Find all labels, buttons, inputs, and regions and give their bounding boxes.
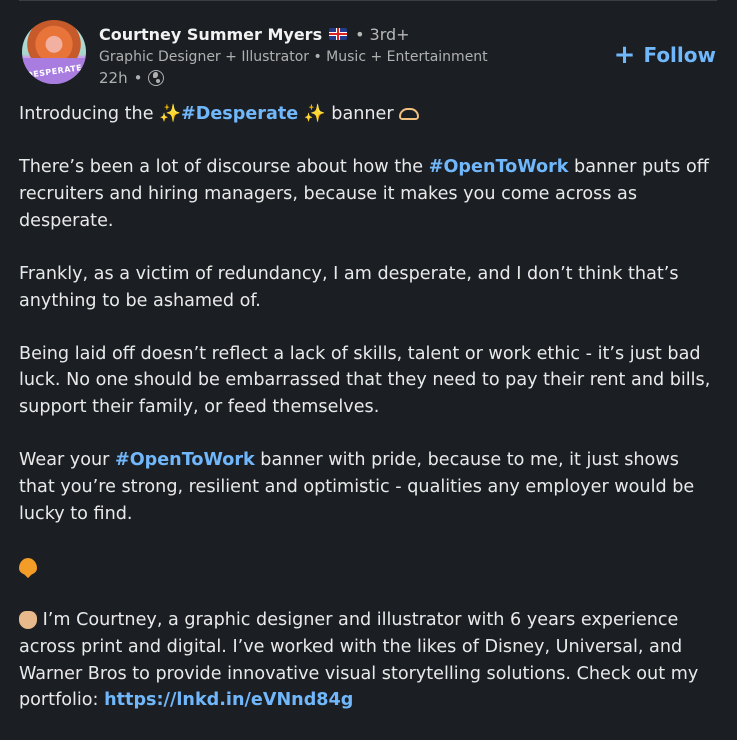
plus-icon: +	[613, 40, 636, 70]
sparkles-icon: ✨	[159, 104, 182, 124]
post-meta: 22h •	[99, 68, 165, 88]
discourse-text: There’s been a lot of discourse about ho…	[19, 157, 429, 178]
hashtag-desperate[interactable]: #Desperate	[181, 104, 298, 124]
post-time: 22h	[99, 69, 128, 87]
avatar-banner-text: DESPERATE	[25, 62, 83, 80]
heart-hands-icon	[399, 108, 420, 120]
intro-text: Introducing the	[19, 104, 160, 124]
author-name[interactable]: Courtney Summer Myers	[99, 25, 322, 44]
top-divider	[19, 0, 717, 1]
author-row: Courtney Summer Myers • 3rd+	[99, 23, 410, 45]
post-body: Introducing the ✨#Desperate ✨ banner The…	[19, 101, 719, 740]
follow-button[interactable]: + Follow	[614, 40, 716, 70]
waving-hand-icon	[19, 611, 37, 630]
intro-text-end: banner	[325, 104, 400, 124]
follow-label: Follow	[643, 43, 716, 67]
avatar-banner: DESPERATE	[22, 58, 86, 84]
paragraph-intro: Introducing the ✨#Desperate ✨ banner	[19, 101, 719, 128]
portfolio-link[interactable]: https://lnkd.in/eVNnd84g	[104, 690, 353, 710]
separator: •	[355, 24, 365, 44]
sparkles-icon: ✨	[303, 104, 326, 124]
paragraph-heart	[19, 554, 719, 581]
paragraph-laid-off: Being laid off doesn’t reflect a lack of…	[19, 343, 711, 418]
hashtag-opentowork[interactable]: #OpenToWork	[115, 450, 255, 470]
orange-heart-icon	[19, 558, 37, 576]
connection-degree: 3rd+	[369, 24, 410, 44]
uk-flag-icon	[329, 28, 348, 40]
author-headline: Graphic Designer + Illustrator • Music +…	[99, 49, 488, 65]
paragraph-wear: Wear your #OpenToWork banner with pride,…	[19, 447, 719, 527]
paragraph-discourse: There’s been a lot of discourse about ho…	[19, 154, 719, 234]
meta-separator: •	[133, 69, 143, 87]
paragraph-frankly: Frankly, as a victim of redundancy, I am…	[19, 263, 679, 311]
paragraph-intro-self: I’m Courtney, a graphic designer and ill…	[19, 607, 719, 714]
avatar[interactable]: DESPERATE	[22, 20, 86, 84]
wear-text: Wear your	[19, 450, 115, 471]
hashtag-opentowork[interactable]: #OpenToWork	[429, 157, 569, 177]
globe-icon	[148, 70, 165, 86]
